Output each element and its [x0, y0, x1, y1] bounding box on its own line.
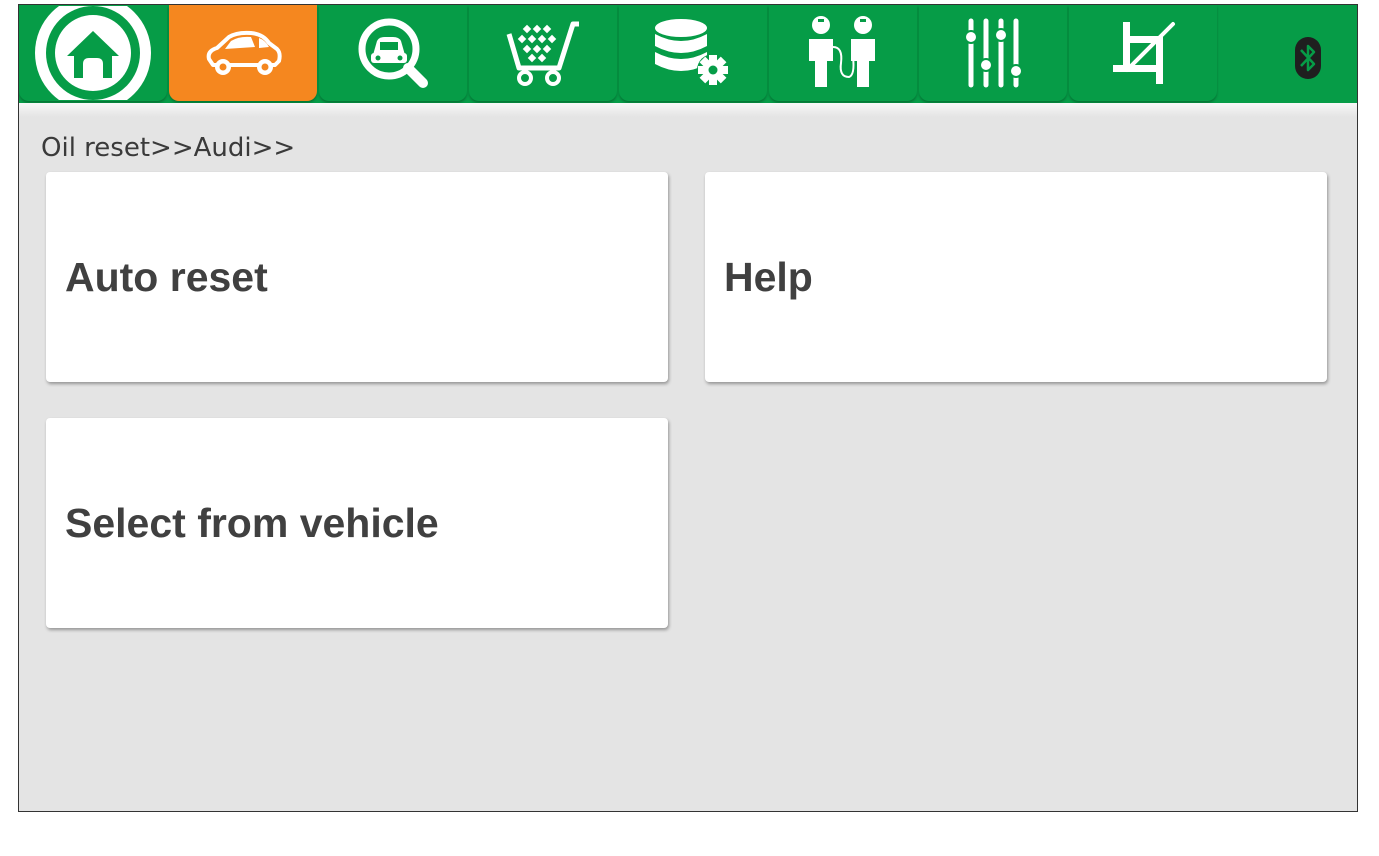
tab-data[interactable]: [619, 5, 767, 101]
top-toolbar: [19, 5, 1357, 103]
tab-diagnose[interactable]: [319, 5, 467, 101]
tab-crop[interactable]: [1069, 5, 1217, 101]
tab-support[interactable]: [769, 5, 917, 101]
home-icon: [35, 6, 151, 100]
toolbar-shadow: [19, 103, 1357, 117]
tab-home[interactable]: [19, 5, 167, 101]
tab-vehicle[interactable]: [169, 5, 317, 101]
vehicle-search-icon: [358, 18, 428, 88]
tab-shop[interactable]: [469, 5, 617, 101]
sliders-icon: [964, 18, 1023, 88]
help-button[interactable]: Help: [705, 172, 1327, 382]
bluetooth-status: [1295, 37, 1321, 83]
auto-reset-button[interactable]: Auto reset: [46, 172, 668, 382]
shopping-cart-icon: [506, 21, 579, 86]
crop-icon: [1113, 22, 1175, 84]
bluetooth-icon: [1295, 37, 1321, 79]
tab-settings[interactable]: [919, 5, 1067, 101]
help-label: Help: [724, 253, 813, 300]
select-from-vehicle-button[interactable]: Select from vehicle: [46, 418, 668, 628]
people-icon: [809, 16, 875, 87]
app-window: Oil reset>>Audi>> Auto reset Help Select…: [18, 4, 1358, 812]
auto-reset-label: Auto reset: [65, 253, 268, 300]
breadcrumb: Oil reset>>Audi>>: [41, 133, 296, 163]
car-icon: [206, 30, 282, 75]
select-from-vehicle-label: Select from vehicle: [65, 499, 439, 546]
database-settings-icon: [655, 19, 729, 86]
